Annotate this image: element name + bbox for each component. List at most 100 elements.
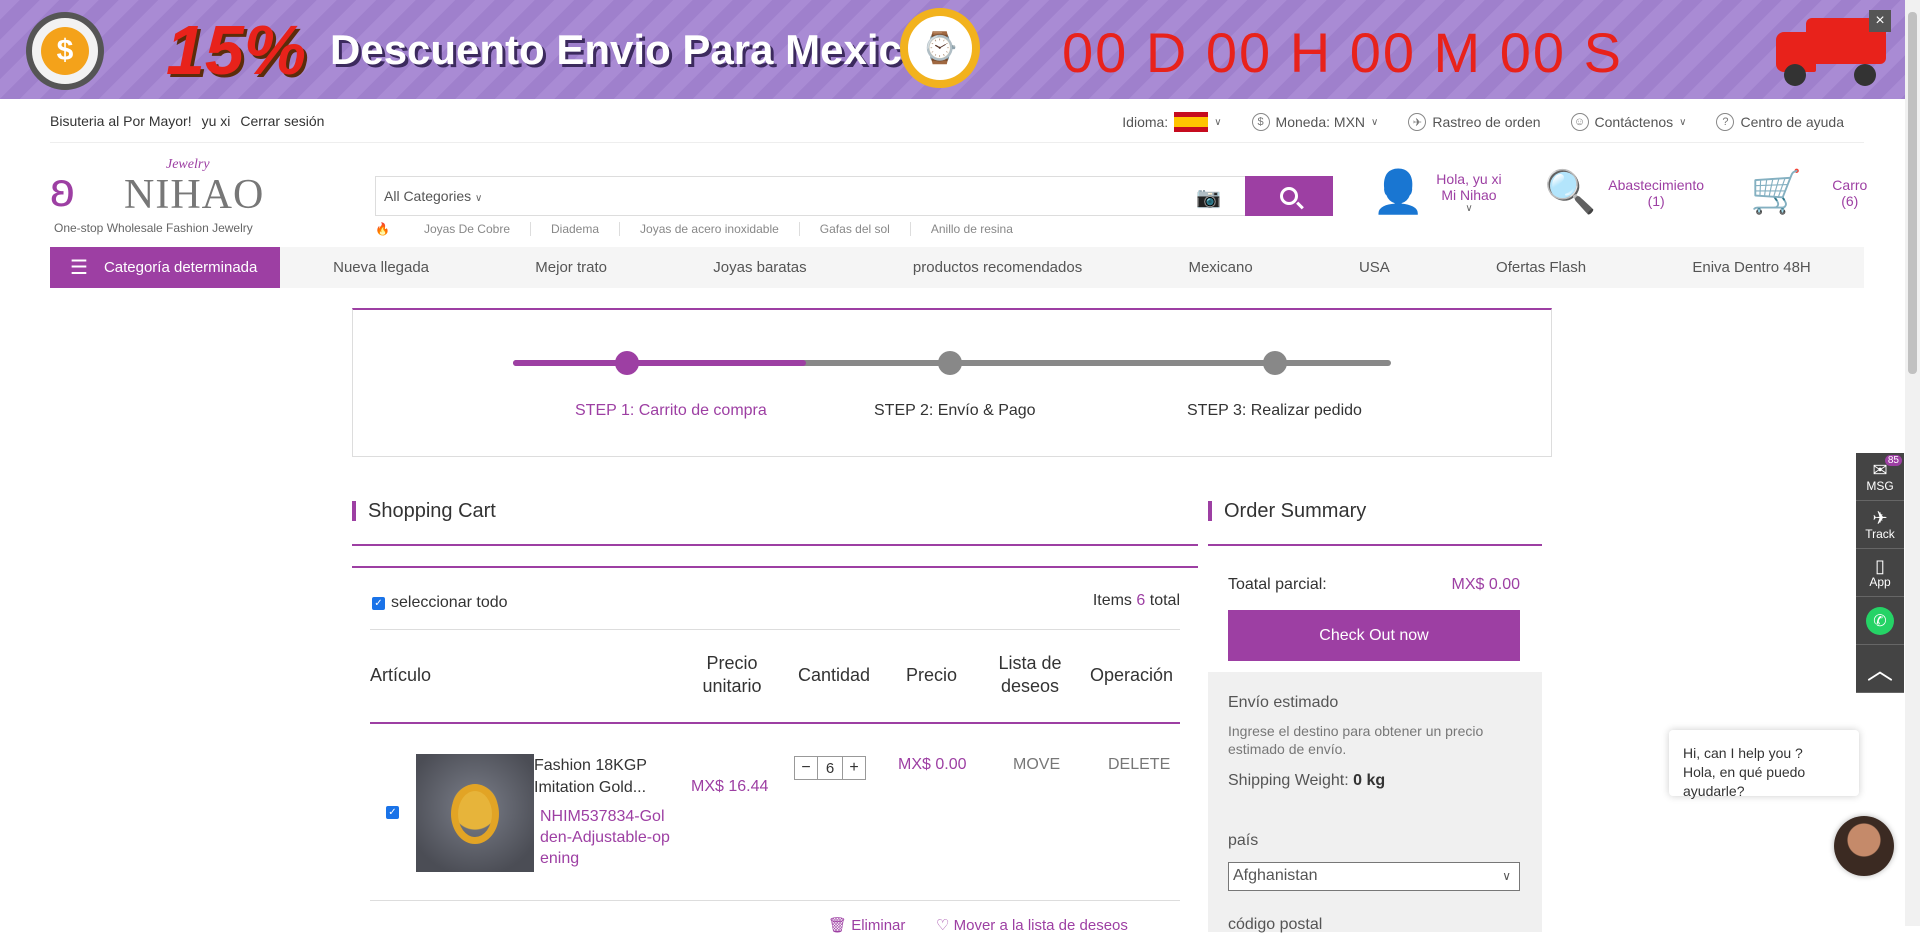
currency-selector[interactable]: $ Moneda: MXN ∨ xyxy=(1251,112,1379,132)
order-summary: Toatal parcial: MX$ 0.00 Check Out now En… xyxy=(1208,566,1542,933)
quantity-stepper[interactable]: − 6 + xyxy=(794,756,866,780)
banner-percent: 15% xyxy=(166,11,307,89)
chat-avatar[interactable] xyxy=(1834,816,1894,876)
spain-flag-icon xyxy=(1174,112,1209,132)
category-menu-button[interactable]: ☰ Categoría determinada xyxy=(50,247,280,288)
chat-line: Hi, can I help you ? xyxy=(1683,745,1803,761)
category-dropdown[interactable]: All Categories ∨ xyxy=(384,188,482,204)
account-menu[interactable]: 👤 Hola, yu xi Mi Nihao ∨ xyxy=(1372,168,1502,217)
language-selector[interactable]: Idioma: ∨ xyxy=(1122,112,1222,132)
user-icon: 👤 xyxy=(1372,168,1425,215)
nav-item[interactable]: productos recomendados xyxy=(913,259,1082,276)
keyword-link[interactable]: Anillo de resina xyxy=(911,222,1033,236)
weight-label: Shipping Weight: xyxy=(1228,772,1349,789)
back-to-top-button[interactable]: ︿ xyxy=(1856,645,1904,693)
chat-bubble[interactable]: Hi, can I help you ? Hola, en qué puedo … xyxy=(1669,730,1859,799)
track-label: Track xyxy=(1865,526,1895,541)
app-label: App xyxy=(1869,574,1891,589)
camera-icon[interactable]: 📷 xyxy=(1196,185,1221,209)
help-center-link[interactable]: ? Centro de ayuda xyxy=(1716,112,1844,132)
logo-name: NIHAO xyxy=(124,172,265,218)
country-select[interactable]: Afghanistan ∨ xyxy=(1228,862,1520,891)
select-all-checkbox[interactable]: ✓ xyxy=(372,596,385,610)
step-3-dot xyxy=(1263,351,1287,375)
plane-icon: ✈ xyxy=(1408,113,1427,131)
app-button[interactable]: ▯ App xyxy=(1856,549,1904,597)
banner-text: Descuento Envio Para Mexico xyxy=(330,26,928,73)
scrollbar-thumb[interactable] xyxy=(1908,12,1917,374)
subtotal-value: MX$ 0.00 xyxy=(1451,576,1520,593)
step-2-label: STEP 2: Envío & Pago xyxy=(874,402,1036,419)
promo-banner[interactable]: $ 15% Descuento Envio Para Mexico ⌚ 00 D… xyxy=(0,0,1905,99)
step-2-dot xyxy=(938,351,962,375)
items-suffix: total xyxy=(1149,592,1180,609)
chevron-down-icon: ∨ xyxy=(1371,116,1379,128)
product-name[interactable]: Fashion 18KGP Imitation Gold... xyxy=(534,755,664,799)
message-button[interactable]: 85 ✉ MSG xyxy=(1856,453,1904,501)
nav-item[interactable]: Ofertas Flash xyxy=(1496,259,1586,276)
nav-item[interactable]: Eniva Dentro 48H xyxy=(1692,259,1810,276)
bulk-wishlist-button[interactable]: ♡ Mover a la lista de deseos xyxy=(936,916,1128,934)
divider xyxy=(370,722,1180,724)
keyword-link[interactable]: Diadema xyxy=(531,222,621,236)
search-button[interactable] xyxy=(1245,176,1333,216)
chevron-down-icon: ∨ xyxy=(475,193,483,204)
nav-item[interactable]: Nueva llegada xyxy=(333,259,429,276)
keyword-link[interactable]: Joyas de acero inoxidable xyxy=(620,222,800,236)
keyword-link[interactable]: Gafas del sol xyxy=(800,222,911,236)
username[interactable]: yu xi xyxy=(202,113,231,129)
country-label: país xyxy=(1228,832,1259,849)
estimate-title: Envío estimado xyxy=(1228,694,1339,711)
decrement-button[interactable]: − xyxy=(795,757,817,779)
nav-item[interactable]: USA xyxy=(1359,259,1390,276)
select-all[interactable]: ✓ seleccionar todo xyxy=(372,594,508,612)
nav-item[interactable]: Mexicano xyxy=(1188,259,1252,276)
quantity-value[interactable]: 6 xyxy=(817,757,843,779)
keyword-link[interactable]: Joyas De Cobre xyxy=(404,222,531,236)
track-button[interactable]: ✈ Track xyxy=(1856,501,1904,549)
plane-icon: ✈ xyxy=(1872,507,1888,528)
logout-link[interactable]: Cerrar sesión xyxy=(240,113,324,129)
product-image[interactable] xyxy=(416,754,534,872)
move-to-wishlist-button[interactable]: MOVE xyxy=(1013,756,1060,774)
items-prefix: Items xyxy=(1092,592,1132,609)
bulk-delete-button[interactable]: 🗑 Eliminar xyxy=(828,916,905,934)
contact-label: Contáctenos xyxy=(1594,114,1674,130)
unit-price: MX$ 16.44 xyxy=(691,778,769,795)
step-3-label: STEP 3: Realizar pedido xyxy=(1187,402,1362,419)
scrollbar[interactable] xyxy=(1905,0,1920,926)
hot-keywords: 🔥 Joyas De Cobre Diadema Joyas de acero … xyxy=(375,222,1033,236)
column-header-price: Precio xyxy=(906,665,958,685)
contact-menu[interactable]: ☺ Contáctenos ∨ xyxy=(1570,112,1686,132)
chevron-down-icon: ∨ xyxy=(1214,116,1222,128)
banner-close-button[interactable]: × xyxy=(1869,10,1891,32)
ring-image xyxy=(451,784,499,844)
product-sku[interactable]: NHIM537834-Golden-Adjustable-opening xyxy=(540,806,670,869)
category-dropdown-label: All Categories xyxy=(384,188,472,204)
delete-button[interactable]: DELETE xyxy=(1108,756,1170,774)
step-1-label: STEP 1: Carrito de compra xyxy=(575,402,767,419)
subtotal-row: Toatal parcial: MX$ 0.00 xyxy=(1228,576,1520,594)
cart-link[interactable]: 🛒 Carro (6) xyxy=(1750,168,1867,217)
site-logo[interactable]: ʚ Jewelry NIHAO One-stop Wholesale Fashi… xyxy=(50,157,270,237)
message-badge: 85 xyxy=(1884,455,1902,466)
progress-fill xyxy=(513,360,806,366)
logo-tagline: One-stop Wholesale Fashion Jewelry xyxy=(54,221,253,235)
increment-button[interactable]: + xyxy=(843,757,865,779)
sourcing-link[interactable]: 🔍 Abastecimiento (1) xyxy=(1544,168,1704,217)
search-icon xyxy=(1280,187,1298,205)
order-tracking-link[interactable]: ✈ Rastreo de orden xyxy=(1408,112,1541,132)
whatsapp-button[interactable]: ✆ xyxy=(1856,597,1904,645)
floating-sidebar: 85 ✉ MSG ✈ Track ▯ App ✆ ︿ xyxy=(1856,453,1904,693)
sourcing-search-icon: 🔍 xyxy=(1544,168,1597,215)
butterfly-logo-icon: ʚ xyxy=(50,164,75,217)
step-1-dot xyxy=(615,351,639,375)
nav-item[interactable]: Mejor trato xyxy=(535,259,607,276)
checkout-button[interactable]: Check Out now xyxy=(1228,610,1520,661)
cart-panel: ✓ seleccionar todo Items 6 total Artículo… xyxy=(352,566,1198,934)
row-price: MX$ 0.00 xyxy=(898,756,967,773)
cart-icon: 🛒 xyxy=(1750,168,1803,215)
search-box[interactable]: All Categories ∨ 📷 xyxy=(375,176,1333,216)
nav-item[interactable]: Joyas baratas xyxy=(713,259,806,276)
row-checkbox[interactable]: ✓ xyxy=(386,806,399,819)
